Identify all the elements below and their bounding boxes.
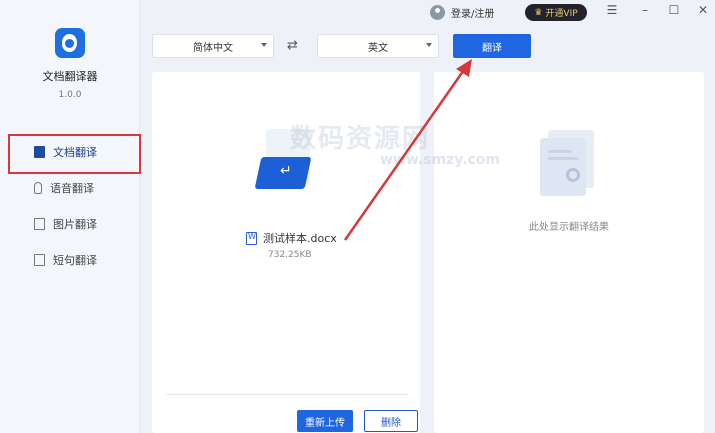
annotation-arrow: [343, 59, 472, 241]
